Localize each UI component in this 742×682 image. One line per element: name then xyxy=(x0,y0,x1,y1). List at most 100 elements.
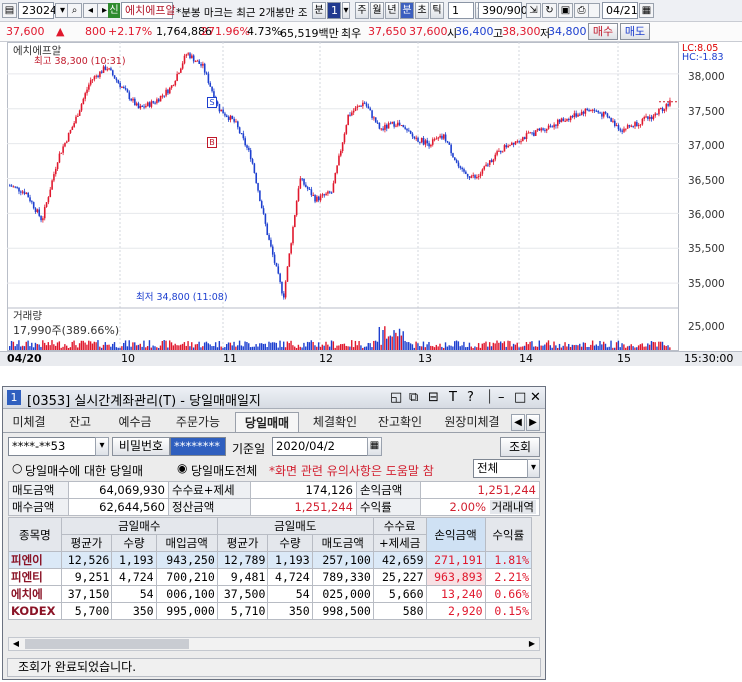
high-price: 38,300 xyxy=(502,25,541,38)
period-minute-button[interactable]: 분 xyxy=(312,2,326,19)
tab-fill-check[interactable]: 체결확인 xyxy=(305,412,365,432)
table-row[interactable]: 피엔이 12,526 1,193 943,250 12,789 1,193 257,100 4… xyxy=(8,551,533,569)
zoom-icon[interactable]: ⇲ xyxy=(526,3,541,18)
candle-body xyxy=(400,125,403,127)
volume-bar xyxy=(132,342,134,350)
volume-bar xyxy=(18,340,20,350)
tab-ledger-unfilled[interactable]: 원장미체결 xyxy=(437,412,507,432)
period-tick-button[interactable]: 틱 xyxy=(430,2,444,19)
scroll-left-icon[interactable]: ◀ xyxy=(9,638,23,650)
stock-name-field[interactable]: 에치에프알 xyxy=(121,2,176,19)
search-icon[interactable]: ⌕ xyxy=(67,3,82,18)
horizontal-scrollbar[interactable]: ◀ ▶ xyxy=(8,637,540,651)
tab-scroll-left-icon[interactable]: ◀ xyxy=(511,414,525,431)
tab-daily-trade[interactable]: 당일매매 xyxy=(235,412,299,432)
candle-body xyxy=(492,159,495,163)
font-icon[interactable]: T xyxy=(449,390,457,405)
scroll-right-icon[interactable]: ▶ xyxy=(525,638,539,650)
calendar-icon[interactable]: ▦ xyxy=(367,437,382,456)
y-tick-label: 38,000 xyxy=(688,71,725,83)
count-field[interactable]: 390/900 xyxy=(478,2,528,19)
candle-body xyxy=(297,188,300,201)
candle-body xyxy=(225,115,228,117)
candle-body xyxy=(669,100,671,106)
warning-text: *화면 관련 유의사항은 도움말 참 xyxy=(269,464,434,478)
maximize-icon[interactable]: □ xyxy=(514,390,526,405)
volume-bar xyxy=(575,344,577,350)
account-dropdown-icon[interactable]: ▾ xyxy=(95,437,109,456)
tab-scroll-right-icon[interactable]: ▶ xyxy=(526,414,540,431)
tab-orderable[interactable]: 주문가능 xyxy=(169,412,227,432)
scroll-thumb[interactable] xyxy=(25,639,189,649)
volume-bar xyxy=(31,342,33,350)
candle-body xyxy=(637,125,640,127)
tab-balance[interactable]: 잔고 xyxy=(63,412,97,432)
help-icon[interactable]: ? xyxy=(467,390,474,405)
period-month-button[interactable]: 월 xyxy=(370,2,384,19)
prev-stock-icon[interactable]: ◂ xyxy=(83,3,98,18)
volume-bar xyxy=(617,340,620,350)
pin-icon[interactable]: ⏐ xyxy=(486,390,493,405)
date-checkbox[interactable] xyxy=(588,3,600,18)
candle-body xyxy=(457,162,460,167)
window-titlebar: 1 [0353] 실시간계좌관리(T) - 당일매매일지 ◱ ⧉ ⊟ T ? ⏐… xyxy=(3,387,545,409)
interval-dropdown-icon[interactable]: ▾ xyxy=(342,2,350,19)
tab-unfilled[interactable]: 미체결 xyxy=(7,412,51,432)
volume-bar xyxy=(305,346,307,350)
base-date-input[interactable]: 2020/04/2 xyxy=(272,437,368,456)
table-row[interactable]: 에치에 37,150 54 006,100 37,500 54 025,000 5,660 13… xyxy=(8,585,533,603)
password-input[interactable]: ******** xyxy=(170,437,226,456)
tab-balance-check[interactable]: 잔고확인 xyxy=(371,412,429,432)
close-icon[interactable]: ✕ xyxy=(530,390,541,405)
candle-body xyxy=(540,128,543,131)
candle-body xyxy=(227,116,230,120)
query-button[interactable]: 조회 xyxy=(500,437,540,457)
table-row[interactable]: KODEX 5,700 350 995,000 5,710 350 998,500 580 2,… xyxy=(8,602,533,620)
lock-icon[interactable]: ⊟ xyxy=(428,390,439,405)
volume-bar xyxy=(213,346,215,350)
tab-deposit[interactable]: 예수금 xyxy=(111,412,159,432)
volume-bar xyxy=(669,347,671,350)
volume-bar xyxy=(441,346,443,350)
volume-bar xyxy=(566,346,568,350)
refresh-icon[interactable]: ↻ xyxy=(542,3,557,18)
link-icon[interactable]: ◱ xyxy=(390,390,402,405)
interval-input[interactable]: 1 xyxy=(448,2,474,19)
buy-button[interactable]: 매수 xyxy=(588,23,618,40)
radio-buy-based[interactable]: ○ xyxy=(12,461,22,475)
copy-icon[interactable]: ⧉ xyxy=(409,390,418,405)
settings-icon[interactable]: ▤ xyxy=(2,3,17,18)
period-min-button[interactable]: 분 xyxy=(400,2,414,19)
period-sec-button[interactable]: 초 xyxy=(415,2,429,19)
period-year-button[interactable]: 년 xyxy=(385,2,399,19)
interval-select[interactable]: 1 xyxy=(327,2,341,19)
candle-body xyxy=(352,110,355,113)
volume-bar xyxy=(387,336,390,350)
radio-sell-all[interactable]: ◉ xyxy=(177,461,187,475)
candle-body xyxy=(21,191,24,193)
candle-body xyxy=(134,98,136,106)
candle-body xyxy=(32,202,35,209)
candle-body xyxy=(294,215,296,228)
calendar-icon[interactable]: ▦ xyxy=(639,3,654,18)
account-select[interactable]: ****-**53 xyxy=(8,437,96,456)
save-icon[interactable]: ▣ xyxy=(558,3,573,18)
volume-bar xyxy=(51,340,53,350)
filter-dropdown-icon[interactable]: ▾ xyxy=(527,459,540,478)
volume-bar xyxy=(485,341,487,350)
table-row[interactable]: 피엔티 9,251 4,724 700,210 9,481 4,724 789,330 25,… xyxy=(8,568,533,586)
print-icon[interactable]: ⎙ xyxy=(574,3,589,18)
volume-bar xyxy=(634,347,636,350)
history-button[interactable]: 거래내역 xyxy=(489,500,536,514)
candle-body xyxy=(562,118,565,121)
filter-select[interactable]: 전체 xyxy=(473,459,529,478)
candle-body xyxy=(178,72,180,74)
stock-code-input[interactable]: 23024 xyxy=(18,2,57,19)
sell-button[interactable]: 매도 xyxy=(620,23,650,40)
minimize-icon[interactable]: – xyxy=(498,390,505,405)
candle-body xyxy=(452,153,454,158)
candle-body xyxy=(505,145,508,148)
period-week-button[interactable]: 주 xyxy=(355,2,369,19)
date-field[interactable]: 04/21 xyxy=(602,2,638,19)
candle-body xyxy=(569,116,572,121)
